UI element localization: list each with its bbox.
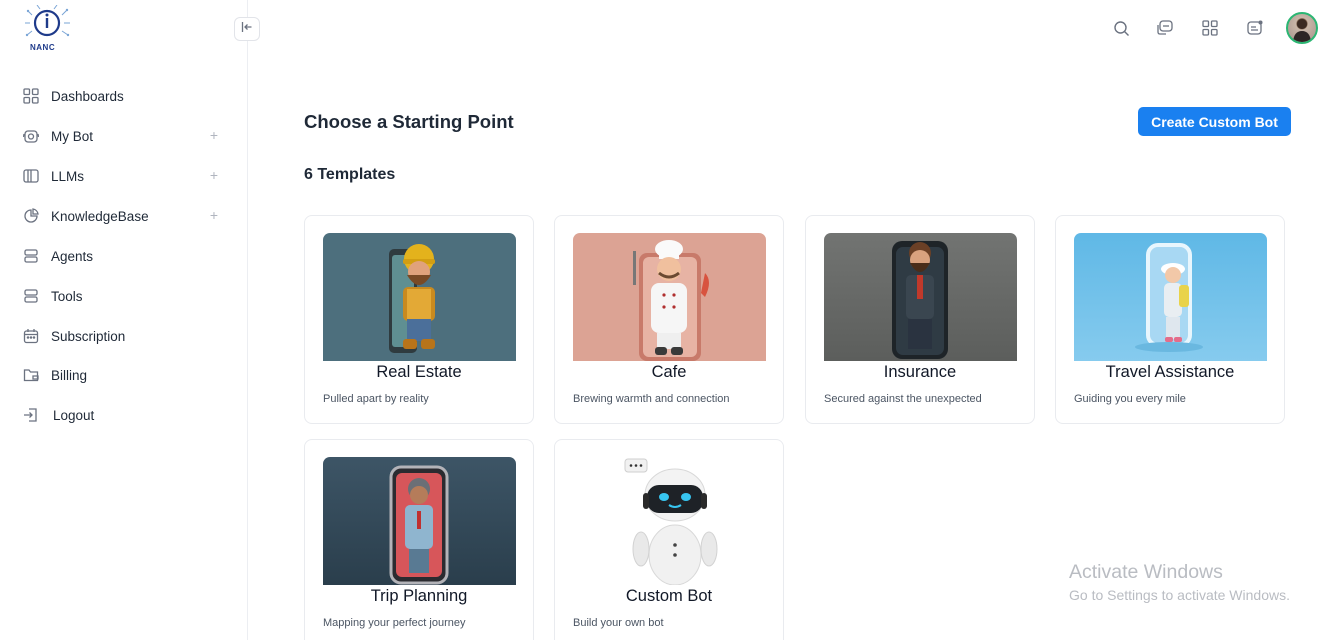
template-card-title: Real Estate <box>376 363 462 381</box>
stack-icon <box>22 287 40 305</box>
apps-icon[interactable] <box>1199 17 1221 39</box>
template-card-description: Build your own bot <box>573 617 664 629</box>
traveler-character-image <box>1074 233 1267 361</box>
expand-plus-icon[interactable]: + <box>210 168 218 182</box>
template-card-travel-assistance[interactable]: Travel Assistance Guiding you every mile <box>1055 215 1285 424</box>
sidebar-item-label: Billing <box>51 367 88 383</box>
sidebar-item-my-bot[interactable]: My Bot + <box>22 116 222 156</box>
collapse-left-icon <box>241 20 253 38</box>
sidebar-item-knowledgebase[interactable]: KnowledgeBase + <box>22 196 222 236</box>
template-card-title: Trip Planning <box>370 587 468 605</box>
create-custom-bot-button[interactable]: Create Custom Bot <box>1138 107 1291 136</box>
bot-icon <box>22 127 40 145</box>
user-avatar[interactable] <box>1286 12 1318 44</box>
robot-character-image <box>573 457 766 585</box>
calendar-icon <box>22 327 40 345</box>
sidebar-item-dashboards[interactable]: Dashboards <box>22 76 222 116</box>
template-count: 6 Templates <box>304 166 396 183</box>
stack-icon <box>22 247 40 265</box>
book-icon <box>22 167 40 185</box>
chef-character-image <box>573 233 766 361</box>
logo-text: NANC <box>30 43 56 52</box>
template-card-trip-planning[interactable]: Trip Planning Mapping your perfect journ… <box>304 439 534 640</box>
sidebar-item-llms[interactable]: LLMs + <box>22 156 222 196</box>
template-card-description: Brewing warmth and connection <box>573 393 730 405</box>
message-icon[interactable] <box>1244 17 1266 39</box>
folder-icon <box>22 366 40 384</box>
pie-icon <box>22 207 40 225</box>
sidebar-item-label: Logout <box>53 407 95 423</box>
builder-character-image <box>323 233 516 361</box>
sidebar: NANC Dashboards My Bot + LLMs + Knowledg… <box>0 0 248 640</box>
page-title: Choose a Starting Point <box>304 111 514 132</box>
template-card-cafe[interactable]: Cafe Brewing warmth and connection <box>554 215 784 424</box>
sidebar-item-label: Tools <box>51 288 83 304</box>
activate-windows-watermark: Activate Windows <box>1069 561 1223 583</box>
sidebar-item-logout[interactable]: Logout <box>22 395 222 435</box>
template-card-description: Guiding you every mile <box>1074 393 1186 405</box>
template-card-description: Pulled apart by reality <box>323 393 429 405</box>
sidebar-item-label: LLMs <box>51 168 85 184</box>
sidebar-item-label: My Bot <box>51 128 94 144</box>
sidebar-item-billing[interactable]: Billing <box>22 355 222 395</box>
template-card-description: Mapping your perfect journey <box>323 617 466 629</box>
template-card-custom-bot[interactable]: Custom Bot Build your own bot <box>554 439 784 640</box>
expand-plus-icon[interactable]: + <box>210 208 218 222</box>
collapse-sidebar-button[interactable] <box>234 17 260 41</box>
sidebar-item-label: KnowledgeBase <box>51 208 149 224</box>
template-card-insurance[interactable]: Insurance Secured against the unexpected <box>805 215 1035 424</box>
template-card-title: Cafe <box>651 363 687 381</box>
template-card-title: Insurance <box>883 363 957 381</box>
logout-icon <box>22 406 40 424</box>
sidebar-item-subscription[interactable]: Subscription <box>22 316 222 356</box>
activate-windows-hint: Go to Settings to activate Windows. <box>1069 587 1290 603</box>
sidebar-item-tools[interactable]: Tools <box>22 276 222 316</box>
template-card-description: Secured against the unexpected <box>824 393 982 405</box>
sidebar-item-label: Dashboards <box>51 88 124 104</box>
businessman-character-image <box>824 233 1017 361</box>
chat-icon[interactable] <box>1154 17 1176 39</box>
sidebar-item-agents[interactable]: Agents <box>22 236 222 276</box>
grid-icon <box>22 87 40 105</box>
sidebar-item-label: Agents <box>51 248 94 264</box>
template-card-real-estate[interactable]: Real Estate Pulled apart by reality <box>304 215 534 424</box>
sidebar-item-label: Subscription <box>51 328 126 344</box>
expand-plus-icon[interactable]: + <box>210 128 218 142</box>
template-card-title: Custom Bot <box>625 587 713 605</box>
template-card-title: Travel Assistance <box>1105 363 1235 381</box>
search-icon[interactable] <box>1110 17 1132 39</box>
doctor-character-image <box>323 457 516 585</box>
